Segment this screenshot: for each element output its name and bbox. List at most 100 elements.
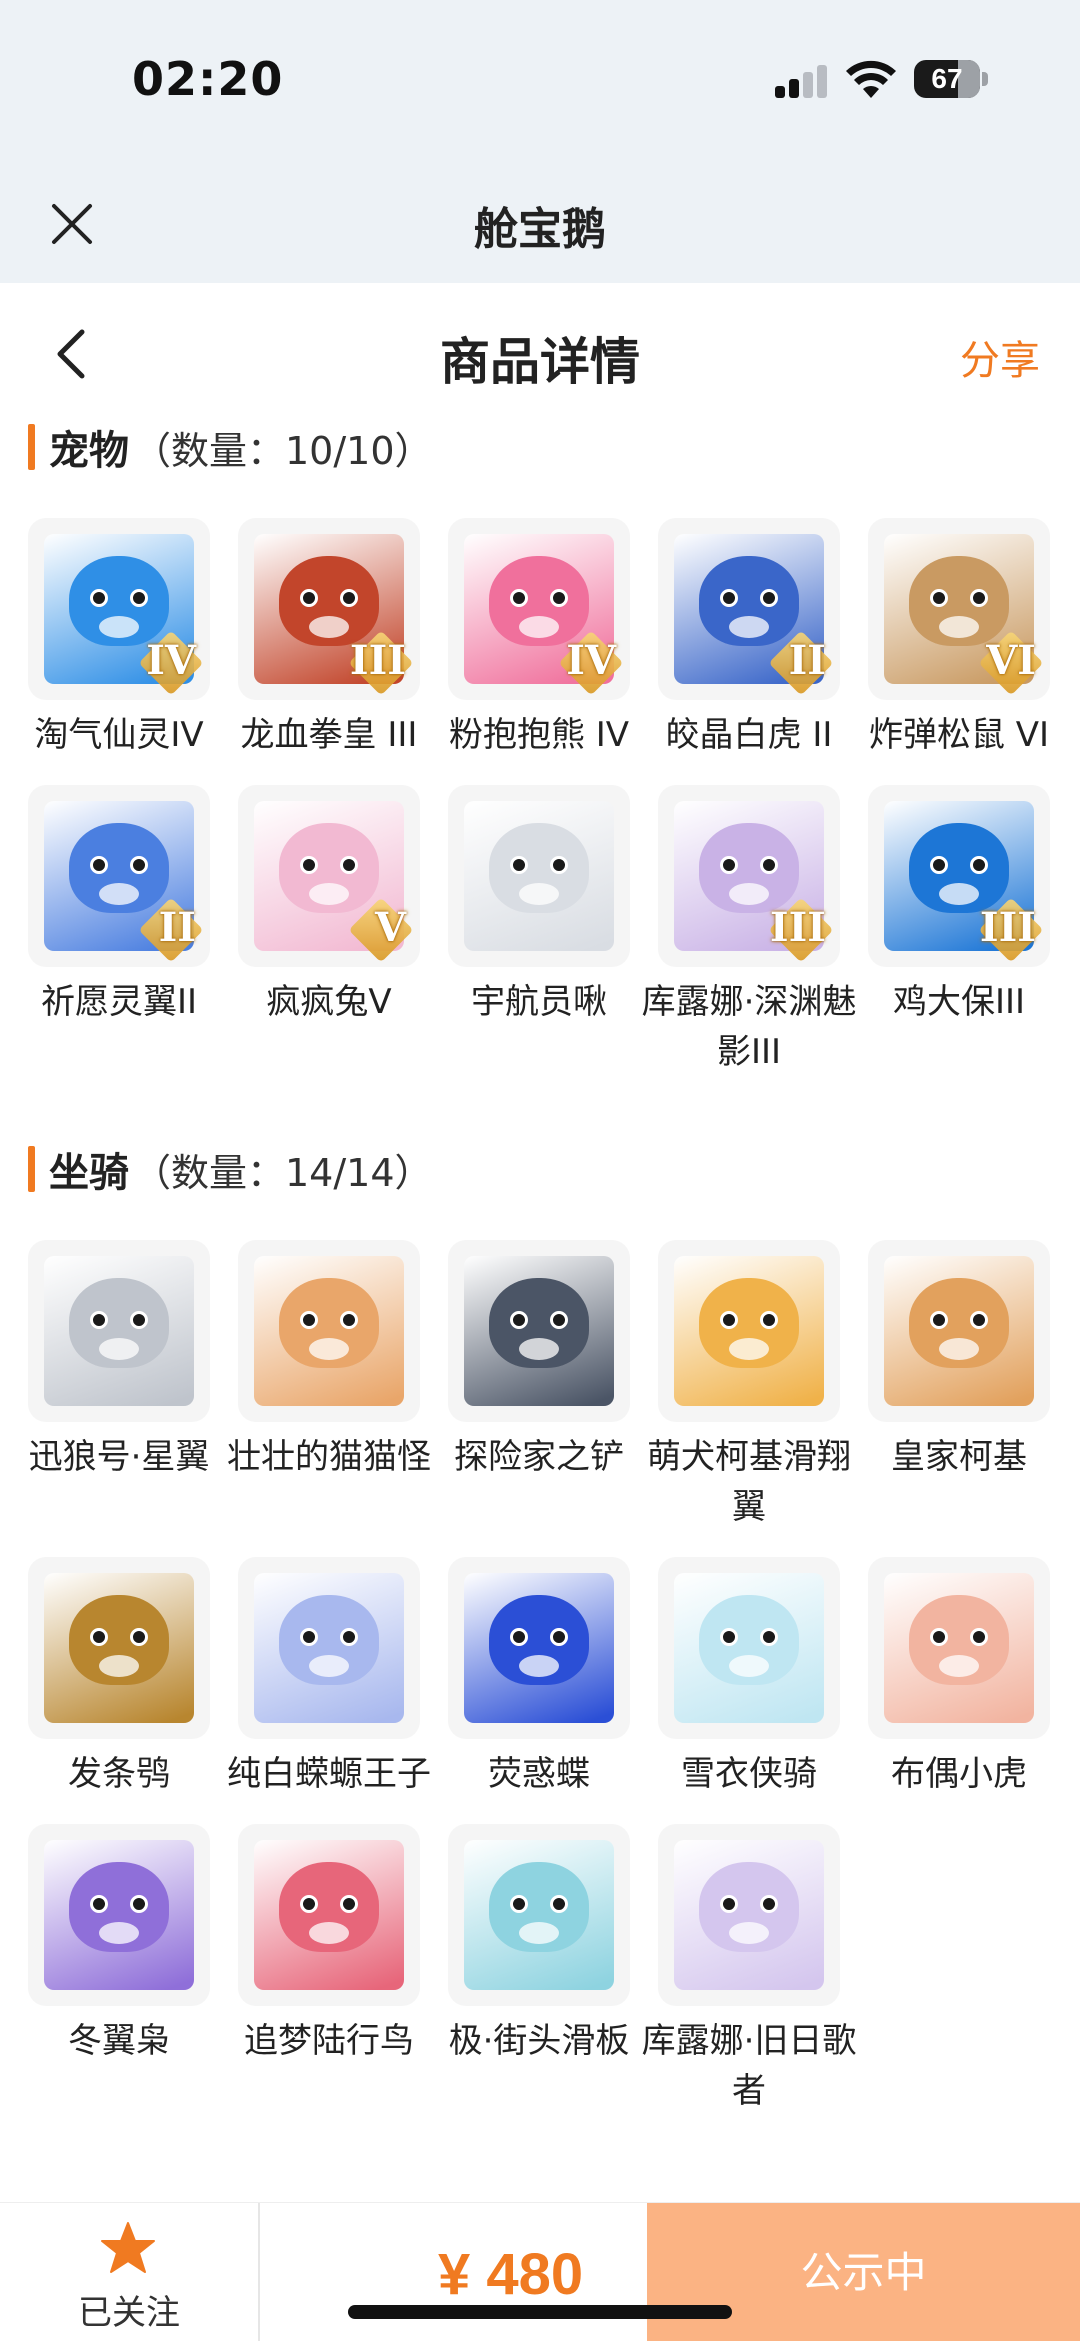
item-card[interactable]: 壮壮的猫猫怪 — [227, 1240, 431, 1532]
item-artwork — [254, 1256, 404, 1406]
item-card[interactable]: 萌犬柯基滑翔翼 — [647, 1240, 851, 1532]
item-artwork — [884, 1573, 1034, 1723]
item-name: 库露娜·旧日歌者 — [641, 2021, 857, 2111]
section-count: （数量：10/10） — [133, 428, 433, 473]
tier-badge: II — [788, 637, 826, 684]
price: ¥ 480 — [438, 2242, 584, 2307]
app-header: 02:20 67 舱宝鹅 — [0, 0, 1080, 283]
status-time: 02:20 — [132, 52, 284, 106]
item-name: 探险家之铲 — [454, 1437, 624, 1477]
item-name: 疯疯兔V — [266, 982, 392, 1022]
item-name: 冬翼枭 — [68, 2021, 170, 2061]
item-card[interactable]: V 疯疯兔V — [238, 785, 420, 1077]
item-name: 追梦陆行鸟 — [244, 2021, 414, 2061]
item-name: 龙血拳皇 III — [240, 715, 418, 755]
item-card[interactable]: 冬翼枭 — [28, 1824, 210, 2116]
star-icon — [101, 2222, 155, 2273]
item-thumbnail — [658, 1240, 840, 1422]
follow-button[interactable]: 已关注 — [0, 2203, 258, 2341]
mini-app-title: 舱宝鹅 — [474, 204, 606, 255]
item-artwork — [674, 1840, 824, 1990]
item-thumbnail — [448, 1824, 630, 2006]
item-card[interactable]: III 鸡大保III — [868, 785, 1050, 1077]
item-card[interactable]: 宇航员啾 — [448, 785, 630, 1077]
item-card[interactable]: 极·街头滑板 — [448, 1824, 630, 2116]
item-name: 皎晶白虎 II — [665, 715, 833, 755]
pets-grid: IV 淘气仙灵IV III 龙血拳皇 III IV 粉抱抱熊 IV II 皎晶白虎 II VI 炸… — [28, 518, 1052, 1077]
tier-badge: II — [158, 904, 196, 951]
item-thumbnail: II — [658, 518, 840, 700]
divider — [258, 2203, 260, 2341]
item-thumbnail — [658, 1824, 840, 2006]
section-accent-bar — [28, 424, 35, 470]
tier-badge: VI — [986, 637, 1036, 684]
item-card[interactable]: 皇家柯基 — [868, 1240, 1050, 1532]
item-name: 壮壮的猫猫怪 — [227, 1437, 431, 1477]
item-card[interactable]: 雪衣侠骑 — [658, 1557, 840, 1799]
cellular-signal-icon — [775, 64, 829, 98]
item-thumbnail: III — [238, 518, 420, 700]
share-button[interactable]: 分享 — [960, 328, 1040, 386]
item-thumbnail — [868, 1557, 1050, 1739]
item-thumbnail: III — [658, 785, 840, 967]
item-card[interactable]: III 龙血拳皇 III — [238, 518, 420, 760]
home-indicator — [348, 2305, 732, 2319]
item-thumbnail: III — [868, 785, 1050, 967]
item-thumbnail — [28, 1824, 210, 2006]
item-thumbnail: VI — [868, 518, 1050, 700]
item-artwork — [884, 1256, 1034, 1406]
item-name: 发条鸮 — [68, 1754, 170, 1794]
item-name: 雪衣侠骑 — [681, 1754, 817, 1794]
item-thumbnail — [238, 1557, 420, 1739]
item-thumbnail: II — [28, 785, 210, 967]
item-thumbnail — [868, 1240, 1050, 1422]
item-artwork — [44, 1573, 194, 1723]
item-name: 炸弹松鼠 VI — [868, 715, 1050, 755]
item-name: 极·街头滑板 — [448, 2021, 630, 2061]
item-name: 荧惑蝶 — [488, 1754, 590, 1794]
item-card[interactable]: IV 粉抱抱熊 IV — [448, 518, 630, 760]
item-card[interactable]: 探险家之铲 — [448, 1240, 630, 1532]
item-card[interactable]: 迅狼号·星翼 — [28, 1240, 210, 1532]
item-thumbnail — [28, 1557, 210, 1739]
tier-badge: III — [769, 904, 826, 951]
item-card[interactable]: VI 炸弹松鼠 VI — [868, 518, 1050, 760]
section-header-pets: 宠物 （数量：10/10） — [28, 422, 433, 474]
item-card[interactable]: 追梦陆行鸟 — [238, 1824, 420, 2116]
item-name: 库露娜·深渊魅影III — [641, 982, 857, 1072]
item-artwork — [464, 801, 614, 951]
item-thumbnail — [658, 1557, 840, 1739]
item-card[interactable]: 布偶小虎 — [868, 1557, 1050, 1799]
item-thumbnail — [238, 1824, 420, 2006]
tier-badge: III — [979, 904, 1036, 951]
item-card[interactable]: II 皎晶白虎 II — [658, 518, 840, 760]
section-header-mounts: 坐骑 （数量：14/14） — [28, 1144, 433, 1196]
section-title: 坐骑 — [49, 1150, 129, 1196]
battery-icon: 67 — [914, 60, 988, 98]
item-artwork — [254, 1573, 404, 1723]
follow-label: 已关注 — [78, 2293, 180, 2333]
item-artwork — [674, 1573, 824, 1723]
item-card[interactable]: 荧惑蝶 — [448, 1557, 630, 1799]
item-artwork — [464, 1840, 614, 1990]
item-name: 萌犬柯基滑翔翼 — [647, 1437, 851, 1527]
item-artwork — [464, 1573, 614, 1723]
tier-badge: IV — [146, 637, 196, 684]
item-card[interactable]: III 库露娜·深渊魅影III — [642, 785, 856, 1077]
item-name: 粉抱抱熊 IV — [448, 715, 630, 755]
battery-level: 67 — [931, 63, 963, 94]
publicity-status-button[interactable]: 公示中 — [647, 2203, 1080, 2341]
item-card[interactable]: 发条鸮 — [28, 1557, 210, 1799]
item-card[interactable]: II 祈愿灵翼II — [28, 785, 210, 1077]
section-accent-bar — [28, 1146, 35, 1192]
item-thumbnail — [238, 1240, 420, 1422]
item-card[interactable]: IV 淘气仙灵IV — [28, 518, 210, 760]
item-name: 淘气仙灵IV — [34, 715, 204, 755]
item-artwork — [44, 1256, 194, 1406]
item-card[interactable]: 纯白蝾螈王子 — [227, 1557, 431, 1799]
item-card[interactable]: 库露娜·旧日歌者 — [642, 1824, 856, 2116]
item-artwork — [254, 1840, 404, 1990]
item-artwork — [44, 1840, 194, 1990]
tier-badge: V — [374, 904, 406, 951]
wifi-icon — [846, 60, 896, 98]
